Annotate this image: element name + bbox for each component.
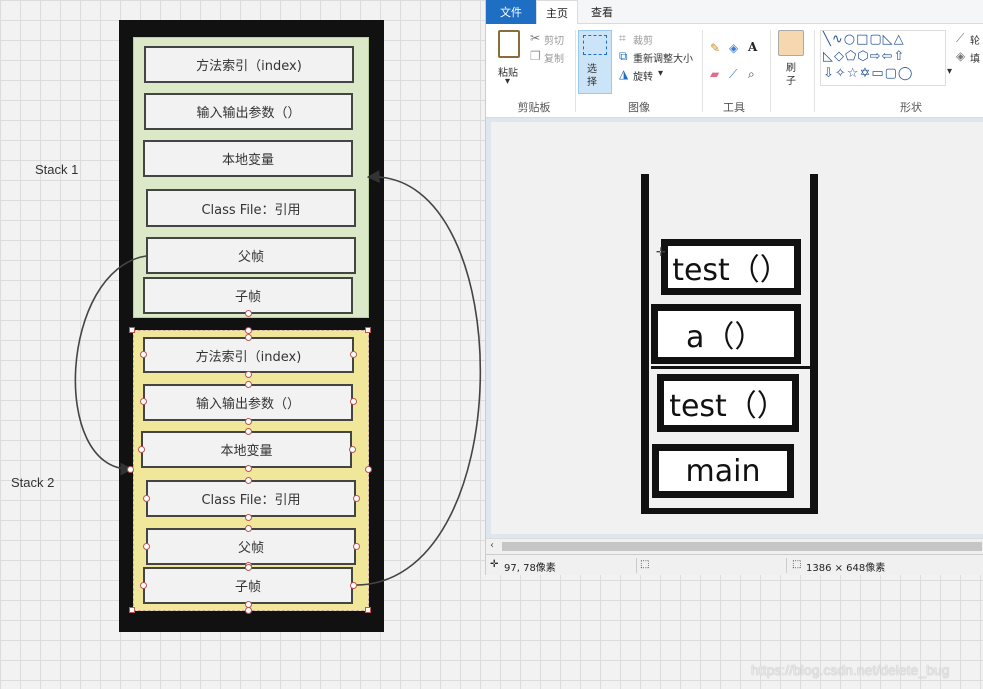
fill-button[interactable]: 填: [970, 50, 980, 65]
magnifier-icon[interactable]: ⌕: [748, 68, 755, 80]
tools-group-label: 工具: [723, 101, 745, 114]
select-label: 选择: [587, 64, 597, 88]
stack-left-wall: [641, 174, 649, 514]
copy-button[interactable]: 复制: [544, 50, 564, 65]
stack-divider-line: [651, 366, 811, 369]
clipboard-group-label: 剪贴板: [517, 101, 551, 114]
stack-bottom-wall: [641, 508, 818, 514]
canvas-frame-main: main: [652, 444, 794, 498]
crop-icon[interactable]: ⌗: [619, 32, 626, 44]
eraser-icon[interactable]: ▰: [710, 68, 719, 80]
scrollbar-thumb[interactable]: [502, 542, 982, 551]
paste-icon[interactable]: [498, 30, 520, 58]
canvas-frame-a: a（）: [651, 304, 801, 364]
paint-canvas[interactable]: test（） a（） test（） main ✛: [491, 122, 983, 534]
shapes-more-icon[interactable]: ▾: [947, 66, 952, 77]
shapes-group-label: 形状: [900, 101, 922, 114]
paint-window: 文件 主页 查看 粘贴 ▾ ✂ 剪切 ❐ 复制 剪贴板 选择 ⌗ 裁剪 ⧉ 重新…: [485, 0, 983, 575]
tab-home[interactable]: 主页: [536, 0, 578, 24]
text-icon[interactable]: A: [748, 41, 757, 53]
move-cursor-icon: ✛: [656, 245, 667, 259]
status-bar: ✛ 97, 78像素 ⬚ ⬚ 1386 × 648像素: [486, 554, 983, 575]
select-icon: [583, 35, 607, 55]
child-to-stack1-arrow: [351, 170, 482, 586]
crop-button[interactable]: 裁剪: [633, 32, 653, 47]
tab-view[interactable]: 查看: [582, 0, 622, 24]
color-picker-icon[interactable]: ⟋: [729, 68, 737, 80]
ribbon-tab-bar: 文件 主页 查看: [486, 0, 983, 24]
scroll-left-icon[interactable]: ‹: [490, 540, 494, 552]
resize-button[interactable]: 重新调整大小: [633, 50, 693, 65]
brush-button[interactable]: 刷子: [786, 62, 798, 88]
rotate-button[interactable]: 旋转: [633, 68, 653, 83]
parent-to-stack2-arrow: [74, 255, 147, 476]
selection-size-icon: ⬚: [640, 559, 650, 570]
brush-icon[interactable]: [778, 30, 804, 56]
ribbon: 粘贴 ▾ ✂ 剪切 ❐ 复制 剪贴板 选择 ⌗ 裁剪 ⧉ 重新调整大小 ◮ 旋转…: [486, 24, 983, 118]
fill-shape-icon[interactable]: ◈: [956, 50, 965, 62]
canvas-area: test（） a（） test（） main ✛: [486, 118, 983, 538]
shapes-row-1[interactable]: ╲∿○□▢◺△: [823, 31, 945, 48]
copy-icon[interactable]: ❐: [530, 50, 541, 62]
cut-button[interactable]: 剪切: [544, 32, 564, 47]
stack-right-wall: [810, 174, 818, 514]
image-group-label: 图像: [628, 101, 650, 114]
scissors-icon[interactable]: ✂: [530, 32, 540, 44]
horizontal-scrollbar[interactable]: ‹: [486, 538, 983, 554]
cursor-position-icon: ✛: [490, 559, 499, 570]
fill-icon[interactable]: ◈: [729, 42, 738, 54]
image-size-icon: ⬚: [792, 559, 802, 570]
shapes-row-3[interactable]: ⇩✧☆✡▭▢◯: [823, 65, 945, 82]
shapes-gallery[interactable]: ╲∿○□▢◺△ ◺◇⬠⬡⇨⇦⇧ ⇩✧☆✡▭▢◯: [820, 30, 946, 86]
rotate-icon[interactable]: ◮: [619, 68, 628, 80]
shapes-row-2[interactable]: ◺◇⬠⬡⇨⇦⇧: [823, 48, 945, 65]
resize-icon[interactable]: ⧉: [619, 50, 628, 62]
chevron-down-icon[interactable]: ▾: [505, 76, 510, 87]
canvas-frame-test: test（）: [657, 374, 799, 432]
tab-file[interactable]: 文件: [486, 0, 536, 24]
watermark: https://blog.csdn.net/delete_bug: [751, 662, 950, 678]
image-size: 1386 × 648像素: [806, 563, 886, 574]
canvas-frame-test-top: test（）: [661, 239, 801, 295]
outline-button[interactable]: 轮: [970, 32, 980, 47]
pencil-icon[interactable]: ✎: [710, 42, 720, 54]
select-button[interactable]: 选择: [578, 30, 612, 94]
cursor-position: 97, 78像素: [504, 563, 556, 574]
outline-icon[interactable]: ⟋: [956, 32, 964, 44]
rotate-chevron-icon[interactable]: ▾: [658, 68, 663, 79]
